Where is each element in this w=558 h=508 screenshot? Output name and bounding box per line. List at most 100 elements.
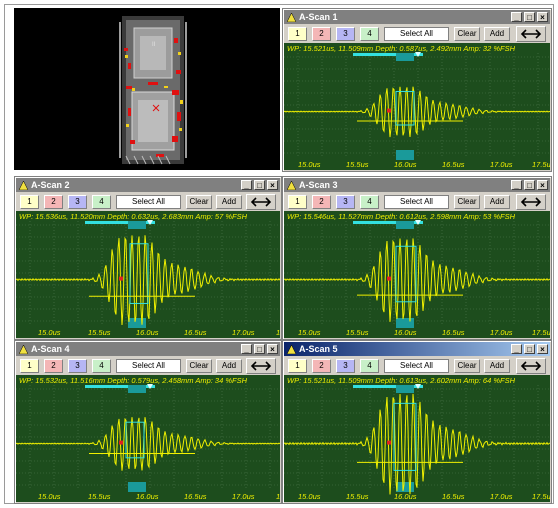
window-title: A-Scan 4	[31, 344, 70, 354]
maximize-button[interactable]: □	[524, 180, 535, 190]
channel-2-button[interactable]: 2	[44, 195, 63, 209]
clear-button[interactable]: Clear	[454, 27, 480, 41]
channel-4-button[interactable]: 4	[92, 195, 111, 209]
clear-button[interactable]: Clear	[454, 195, 480, 209]
minimize-button[interactable]: _	[511, 12, 522, 22]
gate-handle-bottom[interactable]	[128, 318, 146, 328]
channel-3-button[interactable]: 3	[68, 195, 87, 209]
channel-2-button[interactable]: 2	[312, 359, 331, 373]
expand-horizontal-button[interactable]	[516, 26, 546, 42]
channel-4-button[interactable]: 4	[360, 359, 379, 373]
minimize-button[interactable]: _	[241, 344, 252, 354]
title-bar[interactable]: A-Scan 2 _ □ ×	[16, 178, 280, 192]
channel-1-button[interactable]: 1	[20, 195, 39, 209]
title-bar[interactable]: A-Scan 4 _ □ ×	[16, 342, 280, 356]
title-bar[interactable]: A-Scan 5 _ □ ×	[284, 342, 550, 356]
close-button[interactable]: ×	[537, 344, 548, 354]
channel-toolbar: 1 2 3 4 Select All Clear Add	[16, 193, 280, 211]
channel-4-button[interactable]: 4	[360, 27, 379, 41]
channel-3-button[interactable]: 3	[336, 27, 355, 41]
a-scan-window-5: A-Scan 5 _ □ × 1 2 3 4 Select All Clear Add WP: 15.…	[282, 340, 552, 504]
measurement-readout: WP: 15.532us, 11.516mm Depth: 0.579us, 2…	[19, 376, 248, 385]
waveform-canvas	[284, 220, 550, 328]
close-button[interactable]: ×	[267, 180, 278, 190]
time-tick-label: 16.5us	[184, 328, 207, 337]
time-tick-label: 16.5us	[442, 492, 465, 501]
clear-button[interactable]: Clear	[454, 359, 480, 373]
a-scan-window-1: A-Scan 1 _ □ × 1 2 3 4 Select All Clear Add WP: 15.…	[282, 8, 552, 172]
a-scan-window-3: A-Scan 3 _ □ × 1 2 3 4 Select All Clear Add WP: 15.…	[282, 176, 552, 340]
time-tick-label: 15.5us	[346, 492, 369, 501]
gate-handle-bottom[interactable]	[128, 482, 146, 492]
minimize-button[interactable]: _	[511, 344, 522, 354]
a-scan-plot[interactable]: WP: 15.532us, 11.516mm Depth: 0.579us, 2…	[16, 375, 280, 502]
channel-1-button[interactable]: 1	[20, 359, 39, 373]
select-all-button[interactable]: Select All	[384, 195, 449, 209]
channel-2-button[interactable]: 2	[312, 27, 331, 41]
gate-handle-top[interactable]	[396, 221, 414, 229]
close-button[interactable]: ×	[537, 180, 548, 190]
channel-3-button[interactable]: 3	[336, 195, 355, 209]
channel-1-button[interactable]: 1	[288, 359, 307, 373]
gate-handle-top[interactable]	[128, 385, 146, 393]
maximize-button[interactable]: □	[254, 344, 265, 354]
add-button[interactable]: Add	[216, 359, 242, 373]
maximize-button[interactable]: □	[524, 12, 535, 22]
a-scan-plot[interactable]: WP: 15.521us, 11.509mm Depth: 0.613us, 2…	[284, 375, 550, 502]
time-tick-label: 16.5us	[442, 160, 465, 169]
minimize-button[interactable]: _	[511, 180, 522, 190]
time-tick-label: 17.5us	[276, 492, 280, 501]
clear-button[interactable]: Clear	[186, 359, 212, 373]
signal-trace	[284, 86, 550, 138]
gate-handle-top[interactable]	[396, 385, 414, 393]
expand-horizontal-button[interactable]	[246, 194, 276, 210]
add-button[interactable]: Add	[484, 359, 510, 373]
select-all-button[interactable]: Select All	[384, 359, 449, 373]
maximize-button[interactable]: □	[254, 180, 265, 190]
channel-1-button[interactable]: 1	[288, 195, 307, 209]
time-tick-label: 15.5us	[346, 160, 369, 169]
time-tick-label: 17.0us	[490, 492, 513, 501]
channel-3-button[interactable]: 3	[336, 359, 355, 373]
title-bar[interactable]: A-Scan 3 _ □ ×	[284, 178, 550, 192]
peak-cursor	[119, 440, 123, 445]
close-button[interactable]: ×	[537, 12, 548, 22]
add-button[interactable]: Add	[216, 195, 242, 209]
gate-handle-top[interactable]	[128, 221, 146, 229]
channel-1-button[interactable]: 1	[288, 27, 307, 41]
time-tick-label: 16.0us	[394, 328, 417, 337]
select-all-button[interactable]: Select All	[384, 27, 449, 41]
clear-button[interactable]: Clear	[186, 195, 212, 209]
peak-cursor	[119, 276, 123, 281]
a-scan-plot[interactable]: WP: 15.546us, 11.527mm Depth: 0.612us, 2…	[284, 211, 550, 338]
gate-handle-bottom[interactable]	[396, 482, 414, 492]
measurement-gate[interactable]	[125, 421, 145, 459]
expand-horizontal-button[interactable]	[516, 358, 546, 374]
add-button[interactable]: Add	[484, 27, 510, 41]
title-bar[interactable]: A-Scan 1 _ □ ×	[284, 10, 550, 24]
a-scan-app-icon	[286, 343, 297, 354]
peak-cursor	[387, 276, 391, 281]
time-tick-label: 17.0us	[490, 160, 513, 169]
channel-3-button[interactable]: 3	[68, 359, 87, 373]
a-scan-plot[interactable]: WP: 15.536us, 11.520mm Depth: 0.632us, 2…	[16, 211, 280, 338]
select-all-button[interactable]: Select All	[116, 359, 181, 373]
channel-4-button[interactable]: 4	[360, 195, 379, 209]
add-button[interactable]: Add	[484, 195, 510, 209]
channel-2-button[interactable]: 2	[44, 359, 63, 373]
close-button[interactable]: ×	[267, 344, 278, 354]
maximize-button[interactable]: □	[524, 344, 535, 354]
channel-2-button[interactable]: 2	[312, 195, 331, 209]
double-arrow-icon	[520, 361, 542, 371]
minimize-button[interactable]: _	[241, 180, 252, 190]
gate-handle-bottom[interactable]	[396, 318, 414, 328]
channel-4-button[interactable]: 4	[92, 359, 111, 373]
gate-handle-top[interactable]	[396, 53, 414, 61]
select-all-button[interactable]: Select All	[116, 195, 181, 209]
a-scan-plot[interactable]: WP: 15.521us, 11.509mm Depth: 0.587us, 2…	[284, 43, 550, 170]
time-tick-label: 16.0us	[136, 328, 159, 337]
expand-horizontal-button[interactable]	[246, 358, 276, 374]
c-scan-image: II	[14, 8, 280, 170]
gate-handle-bottom[interactable]	[396, 150, 414, 160]
expand-horizontal-button[interactable]	[516, 194, 546, 210]
